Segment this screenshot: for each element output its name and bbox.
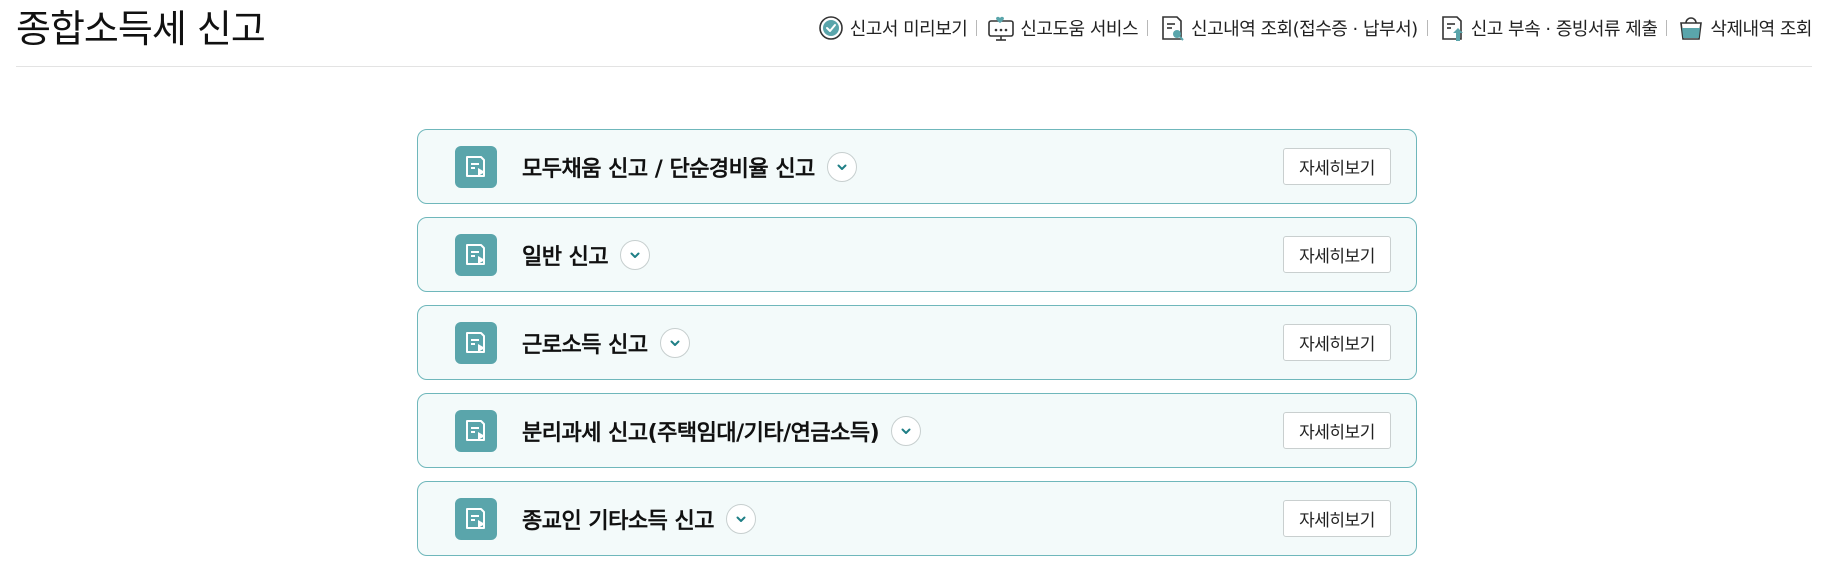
report-icon: [455, 410, 497, 452]
filing-card-religious: 종교인 기타소득 신고 자세히보기: [417, 481, 1417, 556]
submit-documents-label: 신고 부속 · 증빙서류 제출: [1470, 19, 1658, 40]
filing-card-title: 근로소득 신고: [522, 306, 690, 379]
view-details-button[interactable]: 자세히보기: [1283, 148, 1391, 185]
chevron-down-icon: [630, 252, 640, 258]
chevron-down-icon: [670, 340, 680, 346]
filing-history-label: 신고내역 조회(접수증 · 납부서): [1191, 19, 1418, 40]
deleted-history-label: 삭제내역 조회: [1710, 19, 1812, 40]
trash-basket-icon: [1680, 17, 1703, 40]
filing-card-separate-taxation: 분리과세 신고(주택임대/기타/연금소득) 자세히보기: [417, 393, 1417, 468]
report-icon: [455, 322, 497, 364]
filing-card-title-text: 모두채움 신고 / 단순경비율 신고: [522, 156, 815, 182]
view-details-button[interactable]: 자세히보기: [1283, 500, 1391, 537]
document-upload-icon: [1441, 16, 1463, 41]
filing-help-label: 신고도움 서비스: [1020, 19, 1139, 40]
filing-card-title: 일반 신고: [522, 218, 651, 291]
toolbar-divider: [1147, 20, 1149, 36]
toolbar: 신고서 미리보기 신고도움 서비스 신고내역 조회(접수증 · 납부서) 신고 …: [816, 12, 1812, 44]
document-search-icon: [1162, 16, 1184, 41]
expand-button[interactable]: [725, 503, 756, 534]
filing-card-earned-income: 근로소득 신고 자세히보기: [417, 305, 1417, 380]
check-circle-icon: [818, 16, 843, 40]
report-icon: [455, 146, 497, 188]
filing-card-general: 일반 신고 자세히보기: [417, 217, 1417, 292]
view-details-button[interactable]: 자세히보기: [1283, 236, 1391, 273]
filing-card-title-text: 근로소득 신고: [522, 332, 648, 358]
expand-button[interactable]: [659, 327, 690, 358]
expand-button[interactable]: [826, 151, 857, 182]
report-icon: [455, 498, 497, 540]
submit-documents-link[interactable]: 신고 부속 · 증빙서류 제출: [1437, 13, 1658, 43]
filing-card-title: 분리과세 신고(주택임대/기타/연금소득): [522, 394, 922, 467]
page-header: 종합소득세 신고 신고서 미리보기 신고도움 서비스 신고내역 조회(접수증 ·…: [16, 0, 1812, 67]
filing-card-title: 모두채움 신고 / 단순경비율 신고: [522, 130, 857, 203]
toolbar-divider: [1426, 20, 1428, 36]
filing-history-link[interactable]: 신고내역 조회(접수증 · 납부서): [1157, 13, 1418, 43]
toolbar-divider: [976, 20, 978, 36]
preview-report-link[interactable]: 신고서 미리보기: [816, 13, 968, 43]
expand-button[interactable]: [891, 415, 922, 446]
expand-button[interactable]: [620, 239, 651, 270]
chevron-down-icon: [901, 428, 911, 434]
filing-type-list: 모두채움 신고 / 단순경비율 신고 자세히보기 일반 신고 자세히보기 근로소…: [417, 129, 1417, 569]
filing-card-title: 종교인 기타소득 신고: [522, 482, 756, 555]
page-title: 종합소득세 신고: [16, 7, 266, 51]
deleted-history-link[interactable]: 삭제내역 조회: [1676, 13, 1812, 43]
filing-card-title-text: 일반 신고: [522, 244, 609, 270]
preview-report-label: 신고서 미리보기: [849, 19, 968, 40]
filing-card-simple: 모두채움 신고 / 단순경비율 신고 자세히보기: [417, 129, 1417, 204]
view-details-button[interactable]: 자세히보기: [1283, 412, 1391, 449]
report-icon: [455, 234, 497, 276]
chevron-down-icon: [736, 516, 746, 522]
monitor-heart-icon: [988, 16, 1015, 41]
chevron-down-icon: [837, 164, 847, 170]
toolbar-divider: [1666, 20, 1668, 36]
filing-card-title-text: 종교인 기타소득 신고: [522, 508, 714, 534]
view-details-button[interactable]: 자세히보기: [1283, 324, 1391, 361]
filing-card-title-text: 분리과세 신고(주택임대/기타/연금소득): [522, 420, 880, 446]
filing-help-link[interactable]: 신고도움 서비스: [986, 13, 1139, 43]
